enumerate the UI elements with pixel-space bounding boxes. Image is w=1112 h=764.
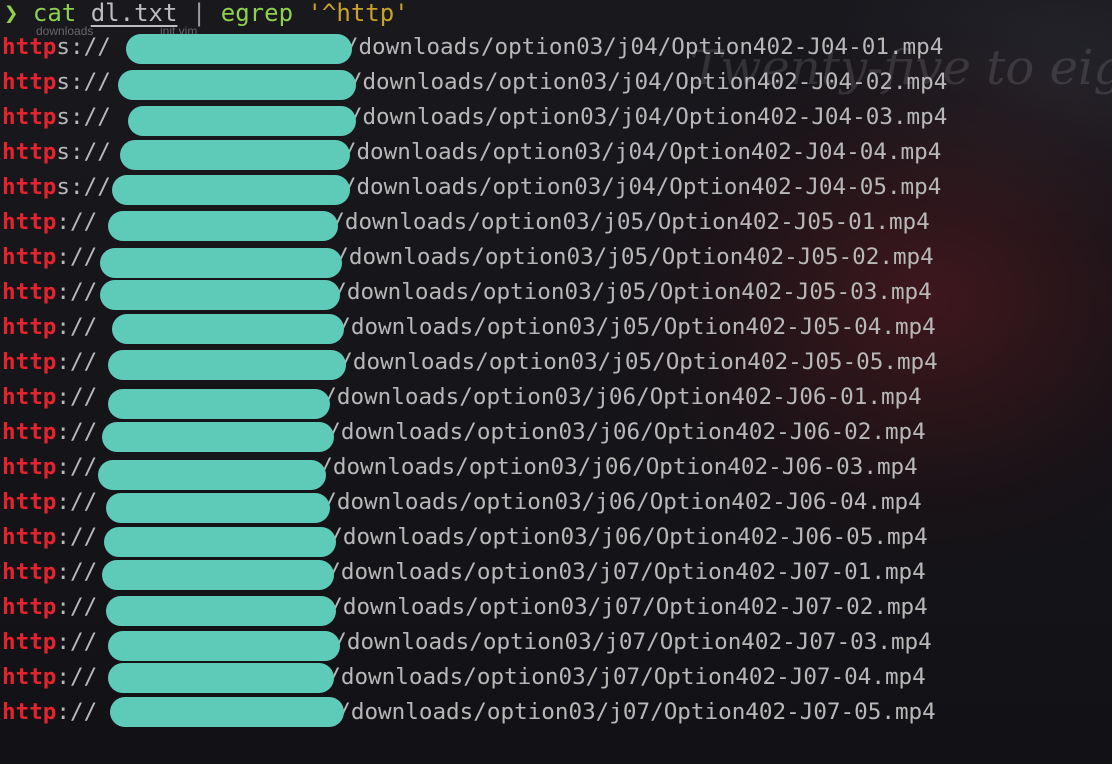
url-scheme-rest: s:// [56,69,111,95]
match-highlight: http [2,34,57,60]
url-scheme-rest: :// [56,524,98,550]
url-scheme-rest: :// [56,594,98,620]
match-highlight: http [2,104,57,130]
match-highlight: http [2,384,57,410]
match-highlight: http [2,244,57,270]
command-pipe: | [191,0,207,27]
url-scheme-rest: :// [56,384,98,410]
redaction-mark [126,34,352,64]
redaction-mark [118,70,356,100]
url-scheme-rest: :// [56,244,98,270]
url-scheme-rest: s:// [56,174,111,200]
match-highlight: http [2,489,57,515]
url-scheme-rest: :// [56,629,98,655]
url-path: /downloads/option03/j06/Option402-J06-05… [329,524,928,550]
url-scheme-rest: :// [56,209,98,235]
url-scheme-rest: s:// [56,104,111,130]
redaction-mark [108,663,334,693]
redaction-mark [102,560,334,590]
command-pattern-arg: '^http' [307,0,409,27]
command-file-arg[interactable]: dl.txt [91,0,178,27]
url-path: /downloads/option03/j05/Option402-J05-04… [337,314,936,340]
match-highlight: http [2,524,57,550]
match-highlight: http [2,559,57,585]
redaction-mark [100,248,342,278]
redaction-mark [104,527,336,557]
url-path: /downloads/option03/j04/Option402-J04-03… [348,104,948,130]
url-path: /downloads/option03/j07/Option402-J07-05… [337,699,936,725]
redaction-mark [110,697,344,727]
url-path: /downloads/option03/j06/Option402-J06-03… [319,454,918,480]
match-highlight: http [2,594,57,620]
redaction-mark [112,175,350,205]
url-path: /downloads/option03/j04/Option402-J04-04… [342,139,942,165]
url-scheme-rest: s:// [56,34,111,60]
url-path: /downloads/option03/j05/Option402-J05-03… [333,279,932,305]
redaction-mark [100,280,340,310]
match-highlight: http [2,314,57,340]
url-path: /downloads/option03/j04/Option402-J04-02… [348,69,948,95]
url-path: /downloads/option03/j06/Option402-J06-01… [323,384,922,410]
url-path: /downloads/option03/j04/Option402-J04-01… [344,34,944,60]
url-path: /downloads/option03/j07/Option402-J07-02… [329,594,928,620]
match-highlight: http [2,349,57,375]
command-egrep: egrep [220,0,294,27]
match-highlight: http [2,139,57,165]
terminal-window[interactable]: ❯ cat dl.txt | egrep '^http' downloads i… [0,0,1112,764]
url-path: /downloads/option03/j05/Option402-J05-05… [339,349,938,375]
match-highlight: http [2,419,57,445]
url-path: /downloads/option03/j05/Option402-J05-02… [335,244,934,270]
url-path: /downloads/option03/j06/Option402-J06-04… [323,489,922,515]
url-path: /downloads/option03/j04/Option402-J04-05… [342,174,942,200]
redaction-mark [108,631,340,661]
url-path: /downloads/option03/j07/Option402-J07-01… [327,559,926,585]
url-scheme-rest: s:// [56,139,111,165]
match-highlight: http [2,629,57,655]
url-scheme-rest: :// [56,559,98,585]
url-scheme-rest: :// [56,664,98,690]
url-scheme-rest: :// [56,419,98,445]
match-highlight: http [2,699,57,725]
redaction-mark [106,596,336,626]
redaction-mark [106,493,330,523]
redaction-mark [112,314,344,344]
match-highlight: http [2,664,57,690]
url-scheme-rest: :// [56,454,98,480]
redaction-mark [108,350,346,380]
redaction-mark [128,106,356,136]
url-scheme-rest: :// [56,349,98,375]
url-scheme-rest: :// [56,699,98,725]
redaction-mark [102,422,334,452]
prompt-arrow-icon: ❯ [4,0,19,27]
match-highlight: http [2,174,57,200]
url-scheme-rest: :// [56,314,98,340]
match-highlight: http [2,69,57,95]
url-path: /downloads/option03/j05/Option402-J05-01… [331,209,930,235]
redaction-mark [108,211,338,241]
url-scheme-rest: :// [56,279,98,305]
match-highlight: http [2,209,57,235]
command-cat: cat [32,0,77,27]
redaction-mark [120,140,350,170]
url-path: /downloads/option03/j06/Option402-J06-02… [327,419,926,445]
match-highlight: http [2,279,57,305]
url-scheme-rest: :// [56,489,98,515]
match-highlight: http [2,454,57,480]
url-path: /downloads/option03/j07/Option402-J07-03… [333,629,932,655]
url-path: /downloads/option03/j07/Option402-J07-04… [327,664,926,690]
